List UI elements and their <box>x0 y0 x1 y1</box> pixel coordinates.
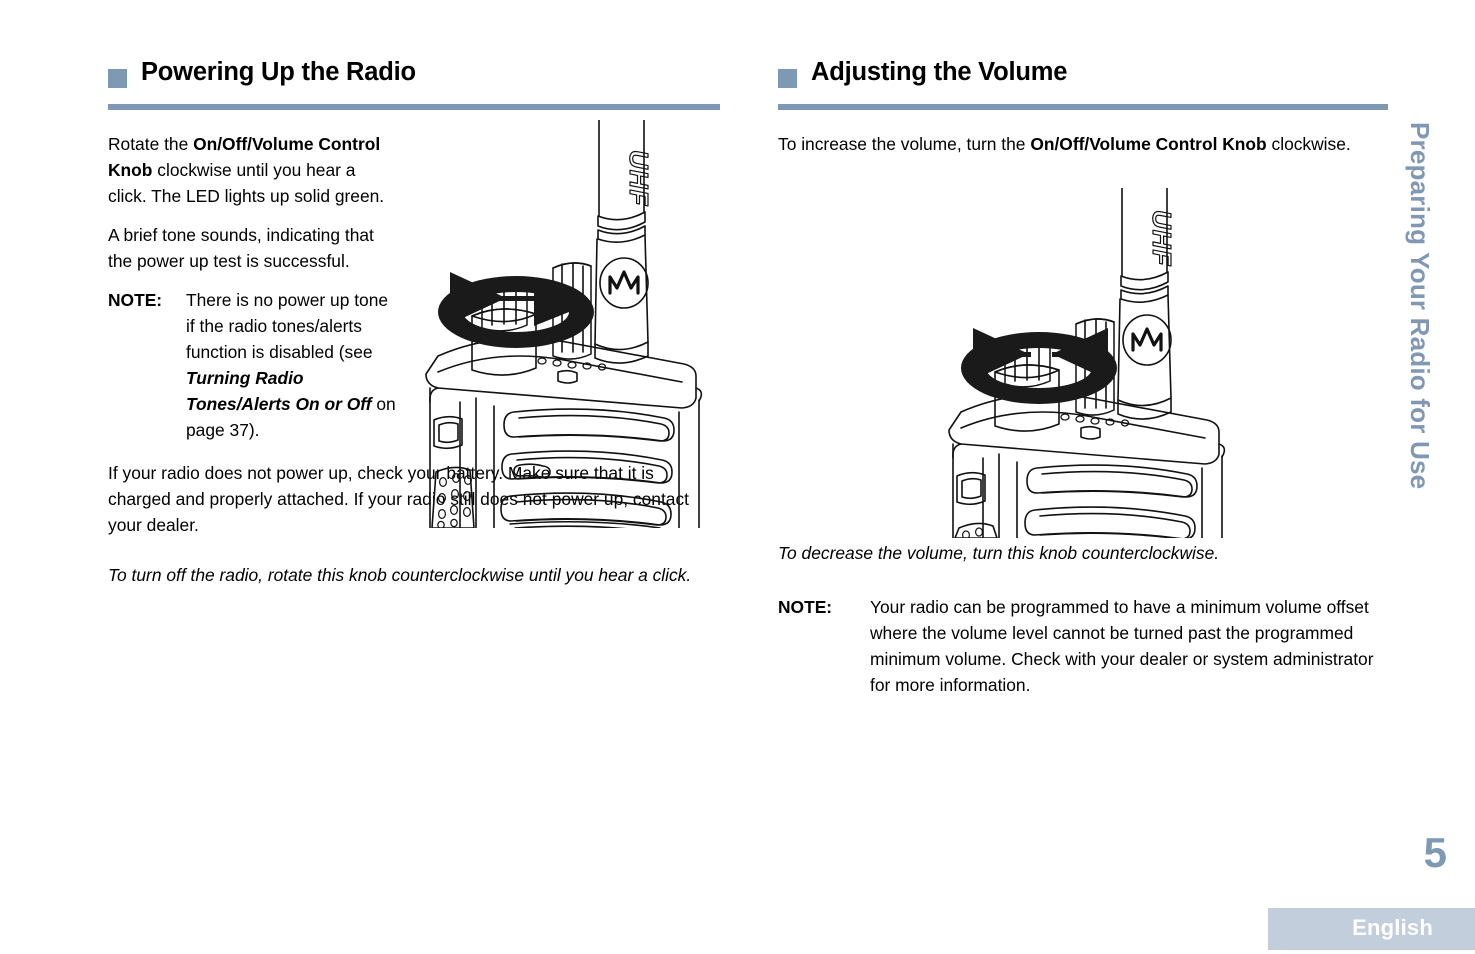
radio-illustration-powering-up: UHF <box>416 120 716 528</box>
section-rule-right <box>778 104 1388 110</box>
paragraph-brief-tone: A brief tone sounds, indicating that the… <box>108 225 374 271</box>
paragraph-decrease-volume: To decrease the volume, turn this knob c… <box>778 543 1220 563</box>
svg-text:UHF: UHF <box>624 150 654 207</box>
note-no-power-up-tone: NOTE: There is no power up tone if the r… <box>108 287 398 443</box>
page-title-left: Powering Up the Radio <box>141 58 416 86</box>
running-head-text: Preparing Your Radio for Use <box>1405 122 1435 490</box>
svg-text:UHF: UHF <box>1147 210 1177 267</box>
note-label-left: NOTE: <box>108 290 163 310</box>
running-head-vertical: Preparing Your Radio for Use <box>1404 122 1446 622</box>
paragraph-increase-volume: To increase the volume, turn the On/Off/… <box>778 134 1351 154</box>
section-rule-left <box>108 104 720 110</box>
page-title-right: Adjusting the Volume <box>811 58 1068 86</box>
paragraph-turn-off-radio: To turn off the radio, rotate this knob … <box>108 565 692 585</box>
language-footer-band: English <box>1268 908 1475 950</box>
note-minimum-volume-offset: NOTE: Your radio can be programmed to ha… <box>778 594 1388 698</box>
section-header-adjusting-volume: Adjusting the Volume <box>778 58 1388 104</box>
note-label-right: NOTE: <box>778 597 833 617</box>
section-marker-icon <box>108 69 127 88</box>
section-header-powering-up: Powering Up the Radio <box>108 58 720 104</box>
language-label: English <box>1352 915 1433 940</box>
paragraph-rotate-knob: Rotate the On/Off/Volume Control Knob cl… <box>108 134 385 206</box>
section-marker-icon <box>778 69 797 88</box>
page-number: 5 <box>1423 829 1447 876</box>
note-text-right: Your radio can be programmed to have a m… <box>870 597 1374 695</box>
radio-illustration-adjusting-volume: UHF <box>936 188 1232 538</box>
